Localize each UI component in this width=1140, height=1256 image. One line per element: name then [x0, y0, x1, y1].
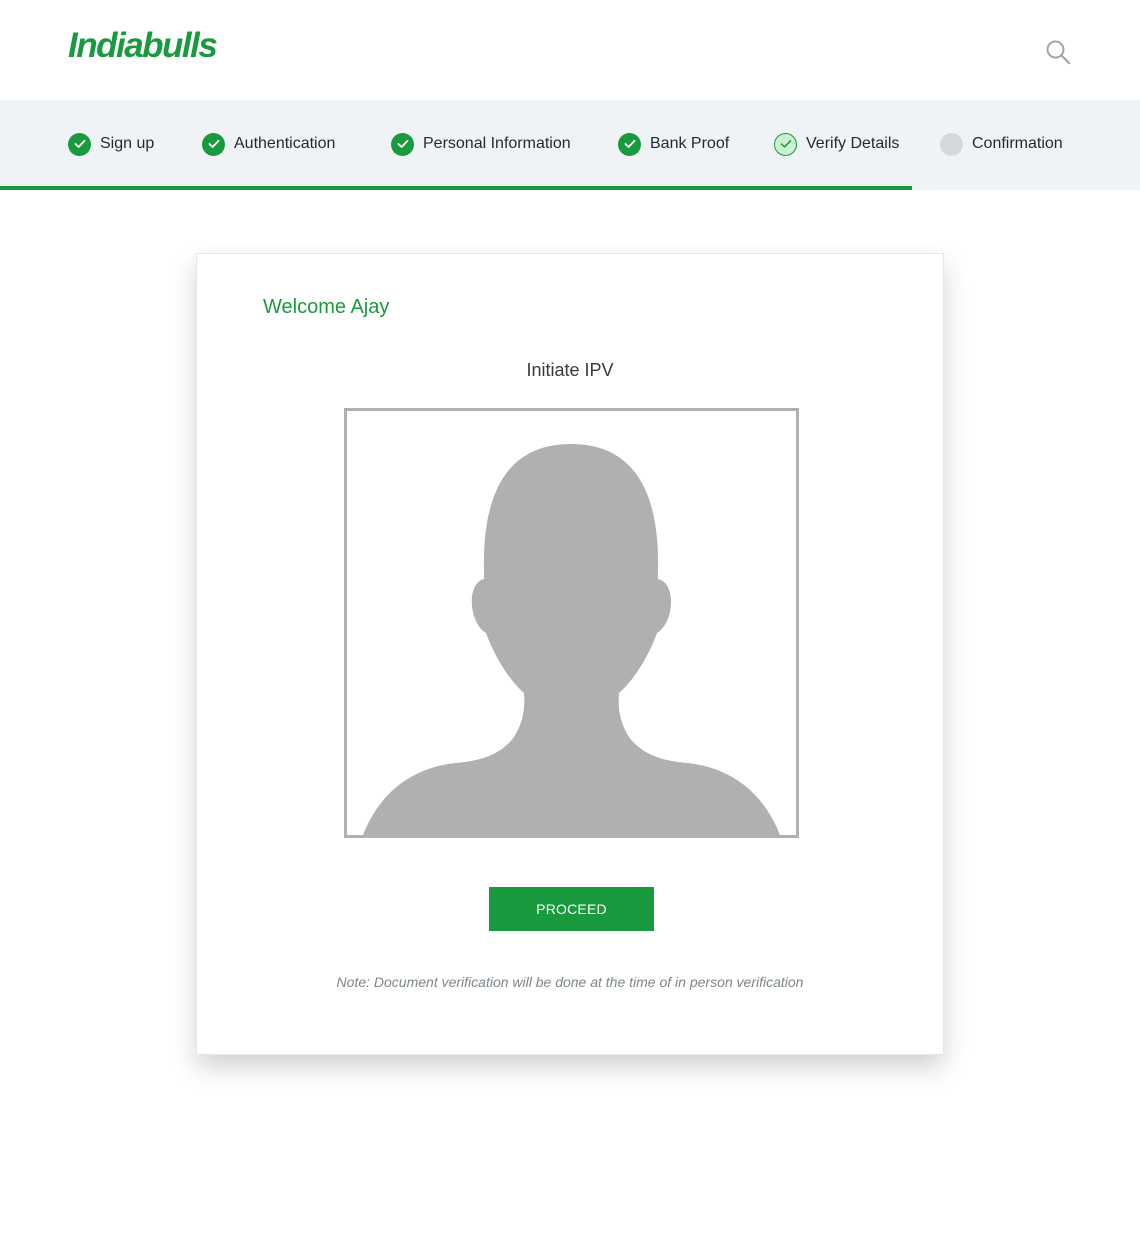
verification-note: Note: Document verification will be done…: [336, 974, 804, 990]
pending-dot-icon: [940, 132, 963, 156]
header: Indiabulls: [0, 0, 1140, 100]
ipv-title: Initiate IPV: [526, 360, 614, 380]
check-icon: [68, 132, 91, 156]
progress-bar: [0, 186, 1140, 190]
check-icon: [391, 132, 414, 156]
step-label: Bank Proof: [650, 135, 730, 152]
step-personal-information[interactable]: Personal Information: [391, 131, 571, 157]
progress-stepper: Sign up Authentication Personal Informat…: [0, 100, 1140, 186]
check-icon: [774, 132, 797, 156]
check-icon: [618, 132, 641, 156]
proceed-button[interactable]: PROCEED: [489, 887, 654, 931]
step-label: Sign up: [100, 135, 155, 152]
step-bank-proof[interactable]: Bank Proof: [618, 131, 729, 157]
step-label: Verify Details: [806, 135, 900, 152]
step-authentication[interactable]: Authentication: [202, 131, 335, 157]
step-confirmation[interactable]: Confirmation: [940, 131, 1063, 157]
step-verify-details[interactable]: Verify Details: [774, 131, 899, 157]
step-label: Authentication: [234, 135, 336, 152]
progress-bar-fill: [0, 186, 912, 190]
step-label: Confirmation: [972, 135, 1063, 152]
check-icon: [202, 132, 225, 156]
step-sign-up[interactable]: Sign up: [68, 131, 154, 157]
indiabulls-logo[interactable]: Indiabulls: [68, 22, 218, 70]
welcome-heading: Welcome Ajay: [263, 296, 390, 318]
avatar-placeholder-icon: [363, 444, 780, 835]
search-icon[interactable]: [1045, 39, 1071, 65]
step-label: Personal Information: [423, 135, 571, 152]
photo-frame: [344, 408, 799, 838]
ipv-card: Welcome Ajay Initiate IPV PROCEED Note: …: [196, 253, 944, 1055]
